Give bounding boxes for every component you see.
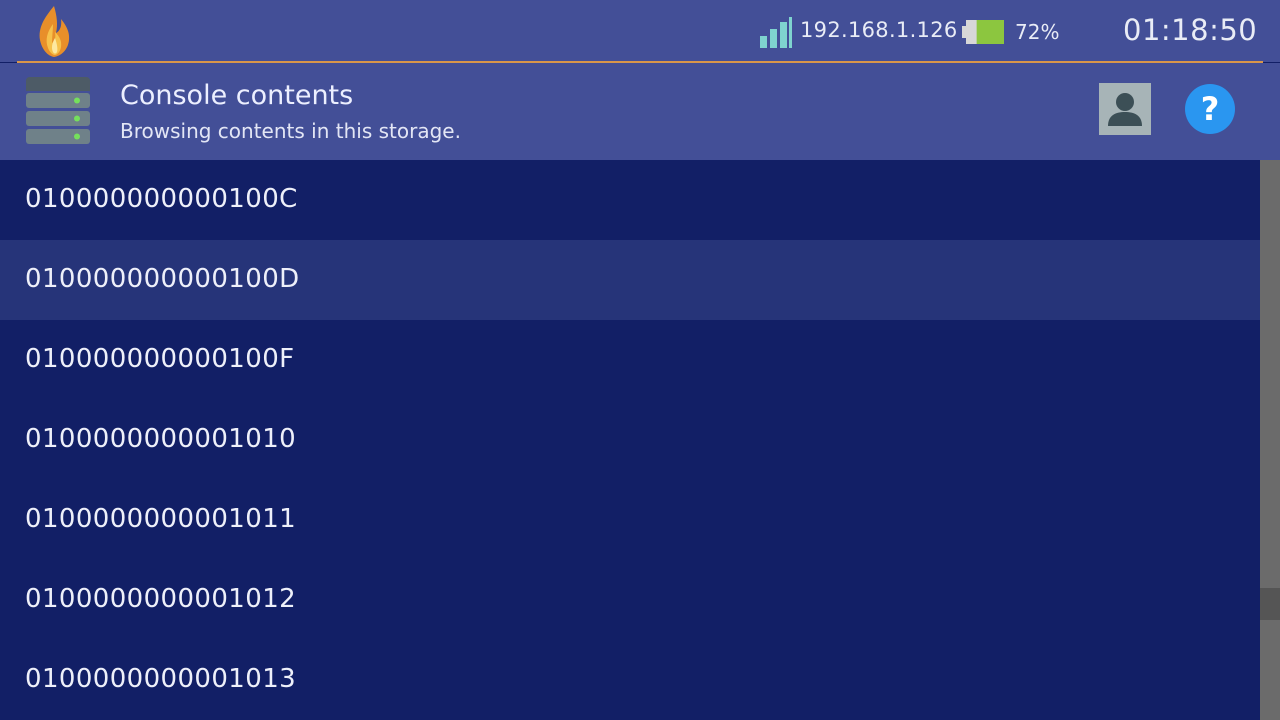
page-header: Console contents Browsing contents in th… — [0, 63, 1280, 160]
flame-logo-icon — [39, 6, 70, 57]
list-item[interactable]: 0100000000001012 — [0, 560, 1260, 640]
page-title: Console contents — [120, 80, 354, 111]
battery-icon — [962, 20, 1004, 44]
list-item[interactable]: 010000000000100D — [0, 240, 1260, 320]
list-item-label: 0100000000001013 — [25, 664, 297, 694]
list-item[interactable]: 0100000000001011 — [0, 480, 1260, 560]
status-bar: 192.168.1.126 72% 01:18:50 — [0, 0, 1280, 62]
list-item[interactable]: 010000000000100F — [0, 320, 1260, 400]
list-item[interactable]: 010000000000100C — [0, 160, 1260, 240]
ip-address: 192.168.1.126 — [800, 18, 958, 42]
list-item-label: 010000000000100F — [25, 344, 295, 374]
user-icon — [1108, 93, 1142, 126]
scrollbar[interactable] — [1260, 160, 1280, 720]
list-item-label: 0100000000001010 — [25, 424, 297, 454]
page-subtitle: Browsing contents in this storage. — [120, 119, 461, 143]
list-item[interactable]: 0100000000001010 — [0, 400, 1260, 480]
help-button[interactable]: ? — [1185, 84, 1235, 134]
list-item[interactable]: 0100000000001013 — [0, 640, 1260, 720]
scrollbar-thumb[interactable] — [1260, 588, 1280, 620]
clock: 01:18:50 — [1123, 13, 1258, 47]
help-icon: ? — [1201, 90, 1220, 128]
list-item-label: 010000000000100C — [25, 184, 298, 214]
content-list: 010000000000100C 010000000000100D 01000000… — [0, 160, 1260, 720]
battery-percentage: 72% — [1015, 20, 1060, 44]
storage-icon — [26, 77, 90, 144]
wifi-signal-icon — [760, 17, 792, 48]
list-item-label: 0100000000001011 — [25, 504, 297, 534]
help-glyph: ? — [1201, 90, 1220, 128]
list-item-label: 010000000000100D — [25, 264, 300, 294]
list-item-label: 0100000000001012 — [25, 584, 297, 614]
user-button[interactable] — [1099, 83, 1151, 135]
